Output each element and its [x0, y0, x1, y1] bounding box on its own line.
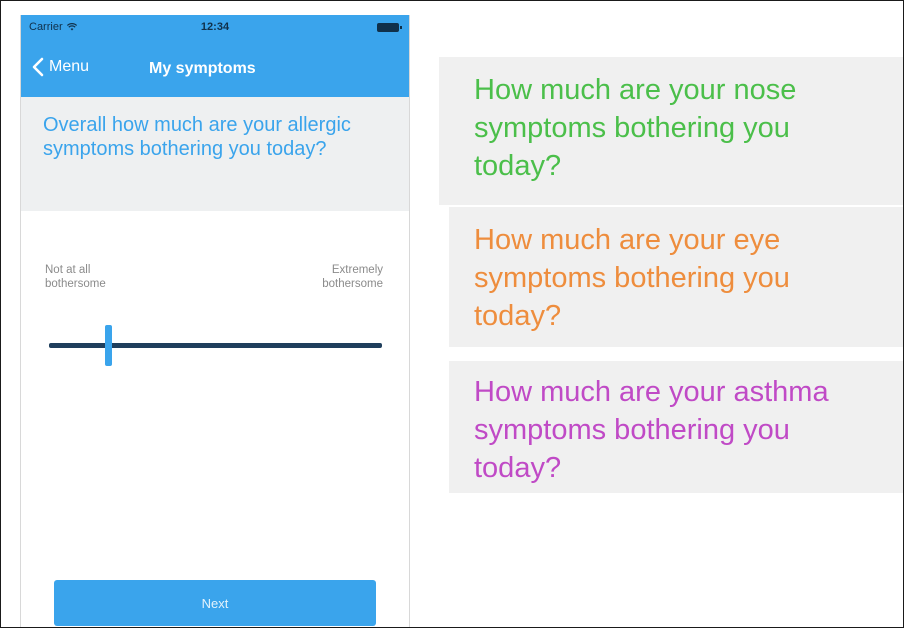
scale-max-label: Extremely bothersome [253, 263, 383, 291]
chevron-left-icon [32, 57, 44, 77]
asthma-question-line3: today? [474, 452, 562, 484]
nose-question-line2: symptoms bothering you [474, 112, 790, 144]
phone-screen: Carrier 12:34 Menu My symptoms Overall h… [20, 15, 410, 627]
nose-question-line3: today? [474, 150, 562, 182]
status-time: 12:34 [200, 21, 230, 33]
asthma-question-line1: How much are your asthma [474, 376, 829, 408]
scale-min-label: Not at all bothersome [45, 263, 175, 291]
scale-min-label-line2: bothersome [45, 278, 106, 290]
nav-bar: Menu My symptoms [21, 41, 409, 97]
slider-track[interactable] [49, 343, 382, 348]
nav-title: My symptoms [149, 60, 256, 77]
asthma-question: How much are your asthma symptoms bother… [474, 373, 829, 487]
battery-icon [377, 23, 402, 32]
main-question: Overall how much are your allergic sympt… [43, 114, 351, 160]
scale-max-label-line1: Extremely [331, 264, 383, 276]
nose-question-line1: How much are your nose [474, 74, 797, 106]
eye-question-card: How much are your eye symptoms bothering… [449, 207, 903, 347]
next-button[interactable]: Next [54, 580, 376, 626]
nose-question-card: How much are your nose symptoms botherin… [439, 57, 903, 205]
back-label: Menu [49, 58, 90, 75]
eye-question-line3: today? [474, 300, 562, 332]
status-bar: Carrier 12:34 [21, 15, 409, 41]
question-panel: Overall how much are your allergic sympt… [21, 97, 409, 211]
slider-thumb[interactable] [105, 325, 113, 366]
eye-question: How much are your eye symptoms bothering… [474, 221, 790, 335]
scale-min-label-line1: Not at all [45, 264, 91, 276]
asthma-question-card: How much are your asthma symptoms bother… [449, 361, 903, 493]
canvas: Carrier 12:34 Menu My symptoms Overall h… [0, 0, 904, 628]
scale-max-label-line2: bothersome [322, 278, 383, 290]
asthma-question-line2: symptoms bothering you [474, 414, 790, 446]
nose-question: How much are your nose symptoms botherin… [474, 71, 796, 185]
eye-question-line2: symptoms bothering you [474, 262, 790, 294]
back-button[interactable]: Menu [31, 57, 89, 77]
eye-question-line1: How much are your eye [474, 224, 781, 256]
